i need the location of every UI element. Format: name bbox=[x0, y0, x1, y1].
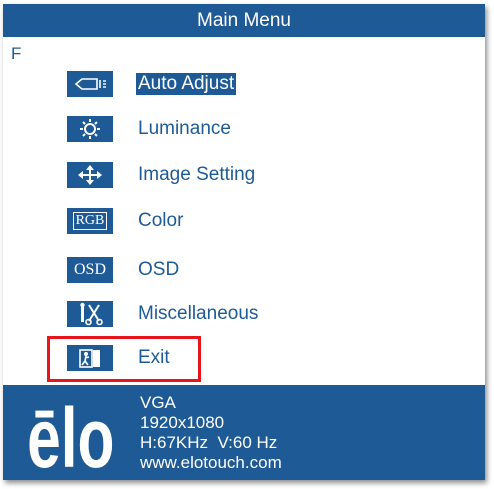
corner-label: F bbox=[11, 44, 22, 63]
luminance-icon bbox=[67, 116, 113, 142]
exit-highlight-box bbox=[47, 336, 201, 382]
rgb-icon-text: RGB bbox=[72, 212, 108, 230]
website: www.elotouch.com bbox=[140, 453, 282, 472]
resolution: 1920x1080 bbox=[140, 413, 225, 432]
menu-label-osd: OSD bbox=[138, 259, 180, 280]
menu-label-color: Color bbox=[138, 210, 184, 231]
elo-logo-text: ēlo bbox=[27, 393, 114, 473]
menu-label-auto-adjust: Auto Adjust bbox=[136, 73, 237, 95]
miscellaneous-icon bbox=[67, 301, 113, 327]
menu-item-miscellaneous[interactable]: Miscellaneous bbox=[67, 299, 327, 329]
signal-info: VGA 1920x1080 H:67KHz V:60 Hz www.elotou… bbox=[140, 393, 282, 473]
menu-item-image-setting[interactable]: Image Setting bbox=[67, 160, 327, 190]
menu-item-osd[interactable]: OSD OSD bbox=[67, 255, 327, 285]
menu-item-luminance[interactable]: Luminance bbox=[67, 114, 327, 144]
elo-logo: ēlo bbox=[11, 391, 131, 480]
menu-label-miscellaneous: Miscellaneous bbox=[138, 303, 259, 324]
osd-icon: OSD bbox=[67, 257, 113, 283]
frequency: H:67KHz V:60 Hz bbox=[140, 433, 278, 452]
input-source: VGA bbox=[140, 393, 176, 412]
menu-label-luminance: Luminance bbox=[138, 118, 231, 139]
rgb-icon: RGB bbox=[67, 208, 113, 234]
osd-icon-text: OSD bbox=[73, 261, 106, 278]
menu-title: Main Menu bbox=[3, 4, 485, 37]
osd-main-menu: Main Menu F Auto Adjust Luminance Image … bbox=[3, 4, 485, 480]
menu-label-image-setting: Image Setting bbox=[138, 164, 256, 185]
status-footer: ēlo VGA 1920x1080 H:67KHz V:60 Hz www.el… bbox=[3, 385, 485, 480]
auto-adjust-icon bbox=[67, 71, 113, 97]
menu-item-color[interactable]: RGB Color bbox=[67, 206, 327, 236]
menu-item-auto-adjust[interactable]: Auto Adjust bbox=[67, 69, 327, 99]
image-setting-icon bbox=[67, 162, 113, 188]
